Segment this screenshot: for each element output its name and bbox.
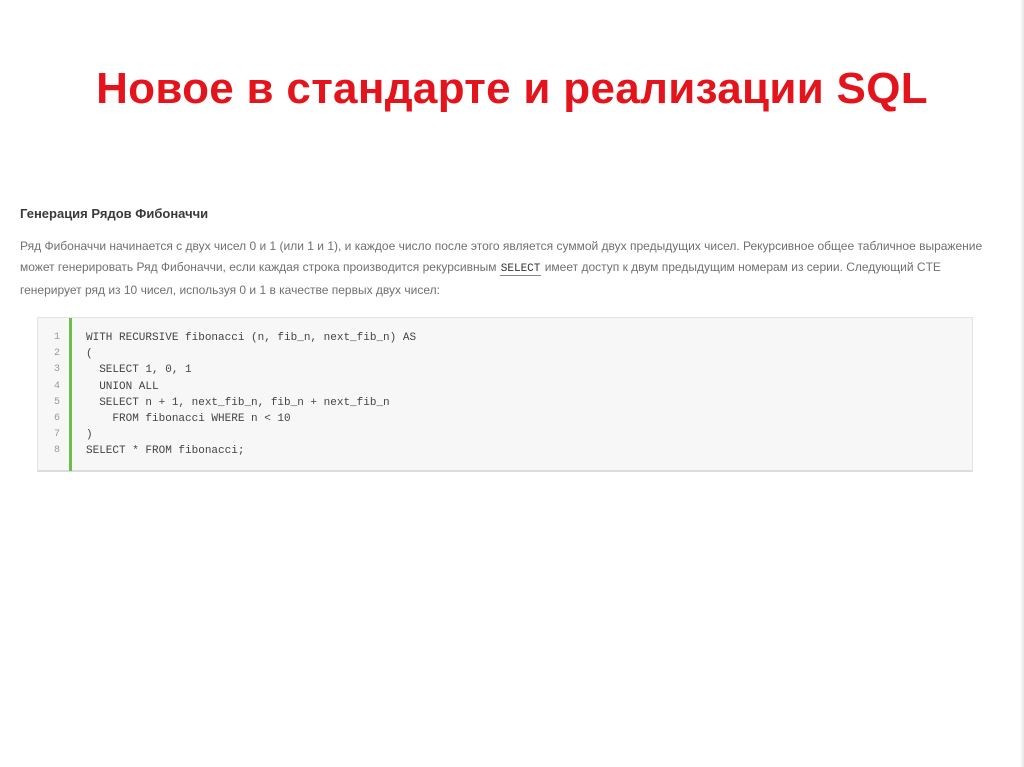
line-number: 3: [53, 364, 60, 376]
line-number: 7: [53, 429, 60, 441]
line-number: 1: [53, 332, 60, 343]
code-line: SELECT 1, 0, 1: [86, 364, 192, 377]
code-line: UNION ALL: [86, 380, 159, 393]
code-line: (: [86, 348, 93, 361]
line-number: 2: [53, 348, 60, 360]
section-heading: Генерация Рядов Фибоначчи: [20, 206, 209, 221]
line-number-gutter: 1 2 3 4 5 6 7 8: [38, 318, 72, 471]
code-line: SELECT n + 1, next_fib_n, fib_n + next_f…: [86, 396, 390, 409]
line-number: 5: [53, 396, 60, 408]
code-line: SELECT * FROM fibonacci;: [86, 445, 245, 458]
slide-title: Новое в стандарте и реализации SQL: [96, 64, 928, 113]
line-number: 4: [53, 380, 60, 392]
inline-code-select: SELECT: [499, 263, 542, 276]
slide-edge-shadow: [1020, 0, 1024, 767]
code-content: WITH RECURSIVE fibonacci (n, fib_n, next…: [86, 330, 416, 460]
slide: Новое в стандарте и реализации SQL Генер…: [0, 0, 1024, 767]
code-line: FROM fibonacci WHERE n < 10: [86, 412, 291, 425]
line-number: 8: [53, 445, 60, 457]
code-block: 1 2 3 4 5 6 7 8 WITH RECURSIVE fibonacci…: [37, 317, 973, 472]
code-line: ): [86, 429, 93, 442]
line-number: 6: [53, 412, 60, 424]
code-line: WITH RECURSIVE fibonacci (n, fib_n, next…: [86, 332, 417, 344]
article-paragraph: Ряд Фибоначчи начинается с двух чисел 0 …: [20, 236, 1000, 301]
